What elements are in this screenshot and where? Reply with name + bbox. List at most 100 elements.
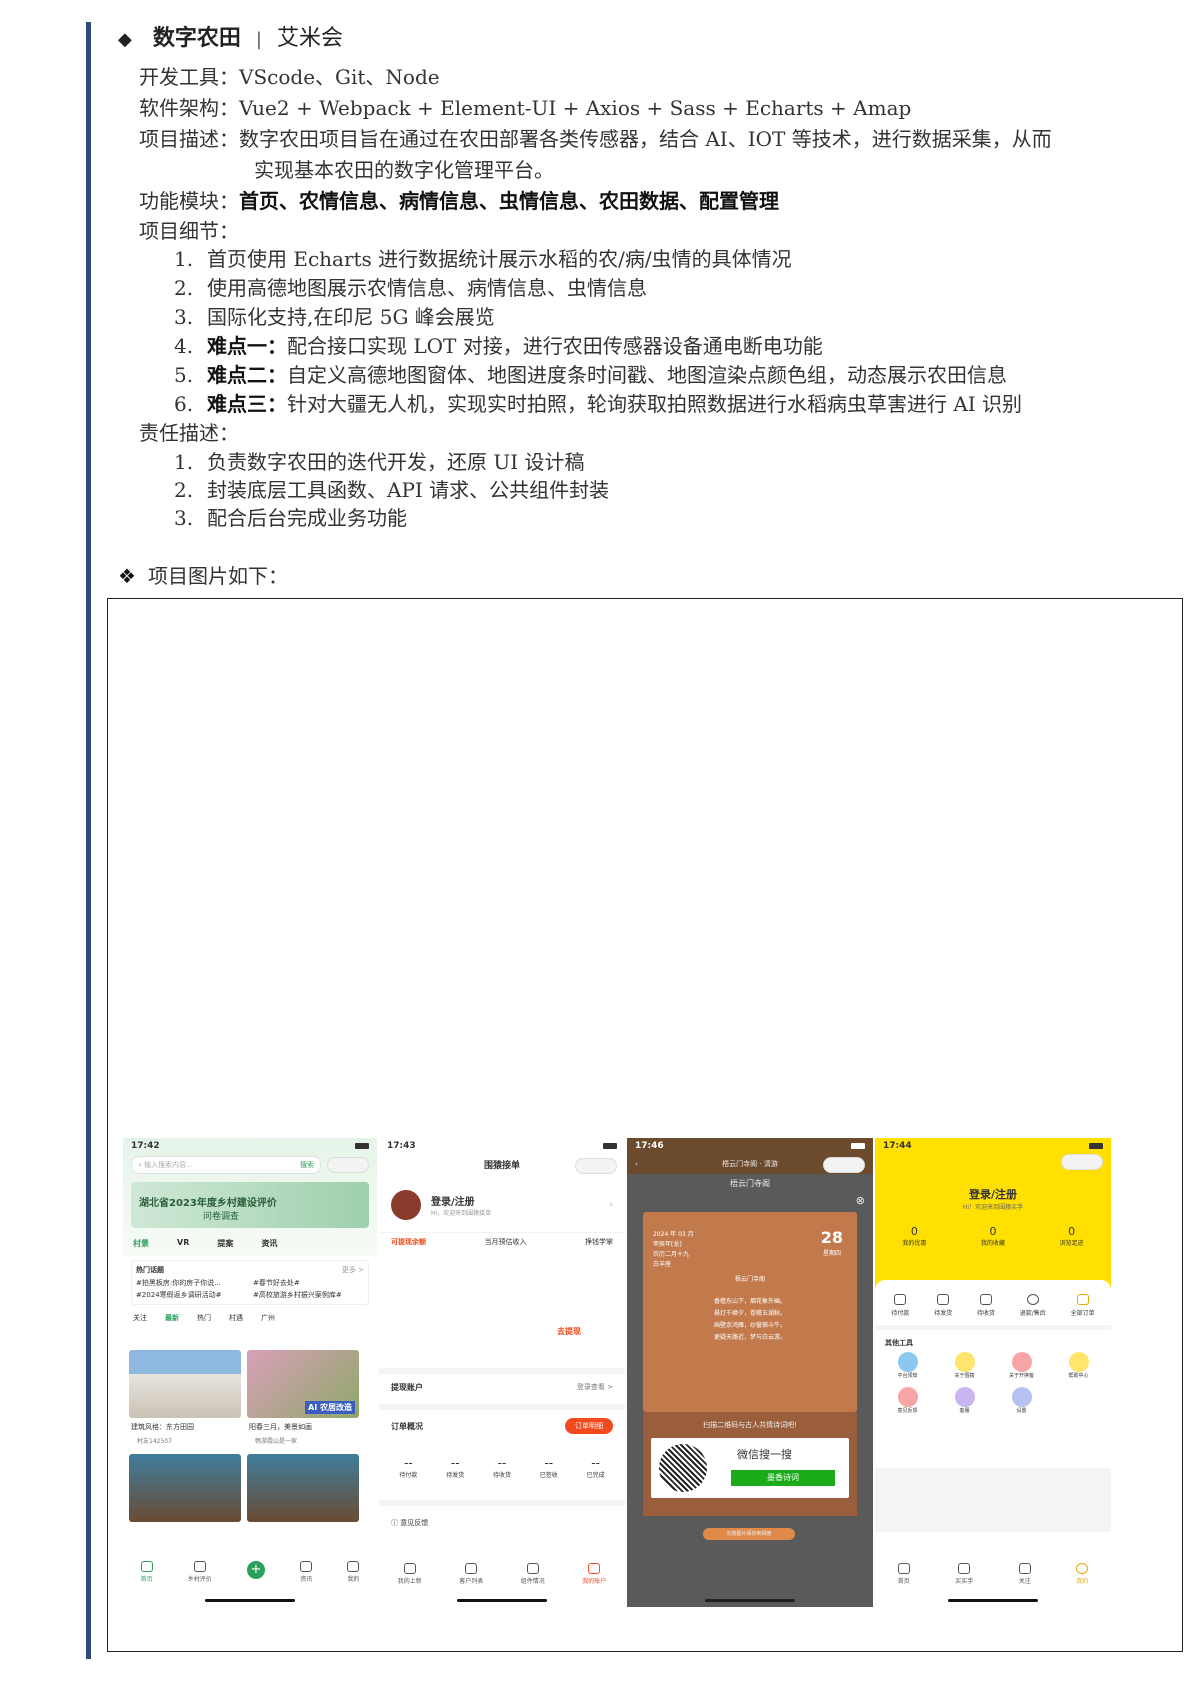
feed-tab[interactable]: 关注 [133, 1313, 147, 1323]
blossom-photo[interactable]: AI 农居改造 [247, 1350, 359, 1418]
tool-item[interactable]: 关于围猿 [936, 1352, 993, 1379]
tool-item[interactable]: 设置 [993, 1387, 1050, 1414]
detail-item: 4. 难点一：配合接口实现 LOT 对接，进行农田传感器设备通电断电功能 [174, 333, 823, 359]
hot-topic-item[interactable]: #拍黑板房:你的房子你说... [136, 1278, 247, 1288]
tab-vr[interactable]: VR [177, 1238, 189, 1249]
nav-me[interactable]: 我的 [1076, 1563, 1088, 1585]
feed-tab[interactable]: 最新 [165, 1313, 179, 1323]
order-status-label: 已完成 [586, 1472, 605, 1479]
capsule-menu[interactable] [327, 1157, 369, 1173]
capsule-menu[interactable] [575, 1158, 617, 1174]
nav-buyer[interactable]: 买买手 [955, 1563, 973, 1585]
nav-item[interactable]: 组件情况 [521, 1563, 545, 1585]
save-button[interactable]: 长按图片保存到相册 [703, 1528, 795, 1540]
capsule-menu[interactable] [1061, 1154, 1103, 1170]
nav-label: 关注 [1018, 1578, 1031, 1585]
wechat-search-button[interactable]: 墨香诗词 [731, 1470, 835, 1486]
tool-label: 设置 [1016, 1408, 1027, 1414]
order-shortcut[interactable]: 待发货 [934, 1294, 952, 1317]
refund-icon [1026, 1294, 1039, 1305]
order-shortcut[interactable]: 退款/售后 [1020, 1294, 1046, 1317]
back-icon[interactable]: ‹ [635, 1154, 638, 1174]
order-status[interactable]: -- 待收货 [493, 1456, 511, 1479]
stat-coupons[interactable]: 0 我的优惠 [902, 1225, 926, 1247]
order-detail-button[interactable]: 订单明细 [565, 1418, 613, 1434]
house-photo[interactable] [129, 1350, 241, 1418]
poem-title: 梧云门寺阁 [734, 1276, 765, 1283]
stat-favorites[interactable]: 0 我的收藏 [981, 1225, 1005, 1247]
tool-item[interactable]: 帮助中心 [1050, 1352, 1107, 1379]
feed-tab[interactable]: 村遇 [229, 1313, 243, 1323]
order-status-label: 已签收 [539, 1472, 558, 1479]
detail-item: 2. 使用高德地图展示农情信息、病情信息、虫情信息 [174, 275, 647, 301]
smile-icon [1076, 1563, 1089, 1574]
feed-tabs: 关注 最新 热门 村遇 广州 [123, 1309, 377, 1327]
nav-item[interactable]: 我的账户 [582, 1563, 606, 1585]
order-status[interactable]: -- 待付款 [399, 1456, 417, 1479]
nav-evaluation[interactable]: 乡村评价 [188, 1561, 212, 1583]
stat-history[interactable]: 0 浏览足迹 [1060, 1225, 1084, 1247]
tool-item[interactable]: 客服 [936, 1387, 993, 1414]
interior-photo[interactable] [129, 1454, 241, 1522]
home-icon [897, 1563, 910, 1574]
capsule-menu[interactable] [823, 1157, 865, 1173]
nav-label: 乡村评价 [187, 1576, 212, 1583]
nav-add[interactable]: + [247, 1561, 265, 1579]
nav-news[interactable]: 资讯 [300, 1561, 312, 1583]
feed-tab[interactable]: 热门 [197, 1313, 211, 1323]
order-shortcut[interactable]: 全部订单 [1071, 1294, 1095, 1317]
tab-village[interactable]: 村景 [133, 1238, 149, 1249]
nav-home[interactable]: 首页 [140, 1561, 153, 1583]
withdraw-button[interactable]: 去提现 [557, 1326, 581, 1337]
screen-buyer-app: 17:44 登录/注册 Hi！欢迎来到围猿买手 0 我的优惠 0 我的收藏 0 浏览足… [875, 1138, 1111, 1607]
truck-icon [937, 1294, 950, 1305]
fleuron-bullet-icon: ❖ [118, 564, 136, 588]
tab-news[interactable]: 资讯 [261, 1238, 277, 1249]
diamond-bullet-icon: ◆ [118, 29, 132, 50]
tool-item[interactable]: 平台须知 [879, 1352, 936, 1379]
stat-label: 我的收藏 [980, 1240, 1005, 1247]
close-icon[interactable]: ⊗ [856, 1194, 865, 1207]
nav-home[interactable]: 首页 [897, 1563, 910, 1585]
survey-banner[interactable]: 湖北省2023年度乡村建设评价 问卷调查 [131, 1182, 369, 1228]
nav-item[interactable]: 我的上新 [398, 1563, 422, 1585]
account-icon [588, 1563, 601, 1574]
feedback-row[interactable]: ⓘ 意见反馈 [391, 1518, 428, 1528]
person-icon [347, 1561, 360, 1572]
title-divider: | [255, 29, 262, 50]
nav-label: 组件情况 [520, 1578, 545, 1585]
order-shortcut[interactable]: 待收货 [977, 1294, 995, 1317]
order-status[interactable]: -- 已签收 [540, 1456, 558, 1479]
search-button[interactable]: 搜索 [300, 1160, 314, 1170]
order-status[interactable]: -- 待发货 [446, 1456, 464, 1479]
clipboard-icon [1076, 1294, 1089, 1305]
status-bar: 17:44 [875, 1138, 1111, 1154]
order-status[interactable]: -- 已完成 [587, 1456, 605, 1479]
account-row[interactable]: 提现账户 登录查看 > [391, 1382, 613, 1393]
detail-text: 针对大疆无人机，实现实时拍照，轮询获取拍照数据进行水稻病虫草害进行 AI 识别 [287, 392, 1023, 416]
feed-tab[interactable]: 广州 [261, 1313, 275, 1323]
order-status-label: 待收货 [492, 1472, 511, 1479]
nav-me[interactable]: 我的 [347, 1561, 359, 1583]
hot-topic-item[interactable]: #春节好去处# [253, 1278, 364, 1288]
login-label[interactable]: 登录/注册 [875, 1186, 1111, 1202]
hot-topic-item[interactable]: #2024寒假返乡调研活动# [136, 1290, 247, 1300]
architecture-line: 软件架构：Vue2 + Webpack + Element-UI + Axios… [139, 95, 911, 121]
tool-item[interactable]: 关于开换客 [993, 1352, 1050, 1379]
shortcut-label: 待发货 [934, 1310, 953, 1317]
plus-icon: + [247, 1561, 265, 1579]
tab-proposal[interactable]: 提案 [217, 1238, 233, 1249]
wechat-search-label: 微信搜一搜 [737, 1448, 792, 1461]
order-shortcut[interactable]: 待付款 [891, 1294, 909, 1317]
order-count: -- [404, 1456, 413, 1470]
shortcut-label: 全部订单 [1070, 1310, 1095, 1317]
nav-item[interactable]: 客户列表 [459, 1563, 483, 1585]
nav-follow[interactable]: 关注 [1018, 1563, 1031, 1585]
card-title: 阳春三月，美景如画 [249, 1423, 312, 1431]
interior-photo[interactable] [247, 1454, 359, 1522]
hot-topic-item[interactable]: #高校旅游乡村振兴案例库# [253, 1290, 364, 1300]
tool-item[interactable]: 意见反馈 [879, 1387, 936, 1414]
hot-more-link[interactable]: 更多 > [342, 1265, 364, 1275]
login-row[interactable]: 登录/注册 Hi，欢迎来到围猿接单 › [379, 1178, 625, 1232]
search-input[interactable]: ⌕ 输入搜索内容... 搜索 [131, 1156, 321, 1174]
